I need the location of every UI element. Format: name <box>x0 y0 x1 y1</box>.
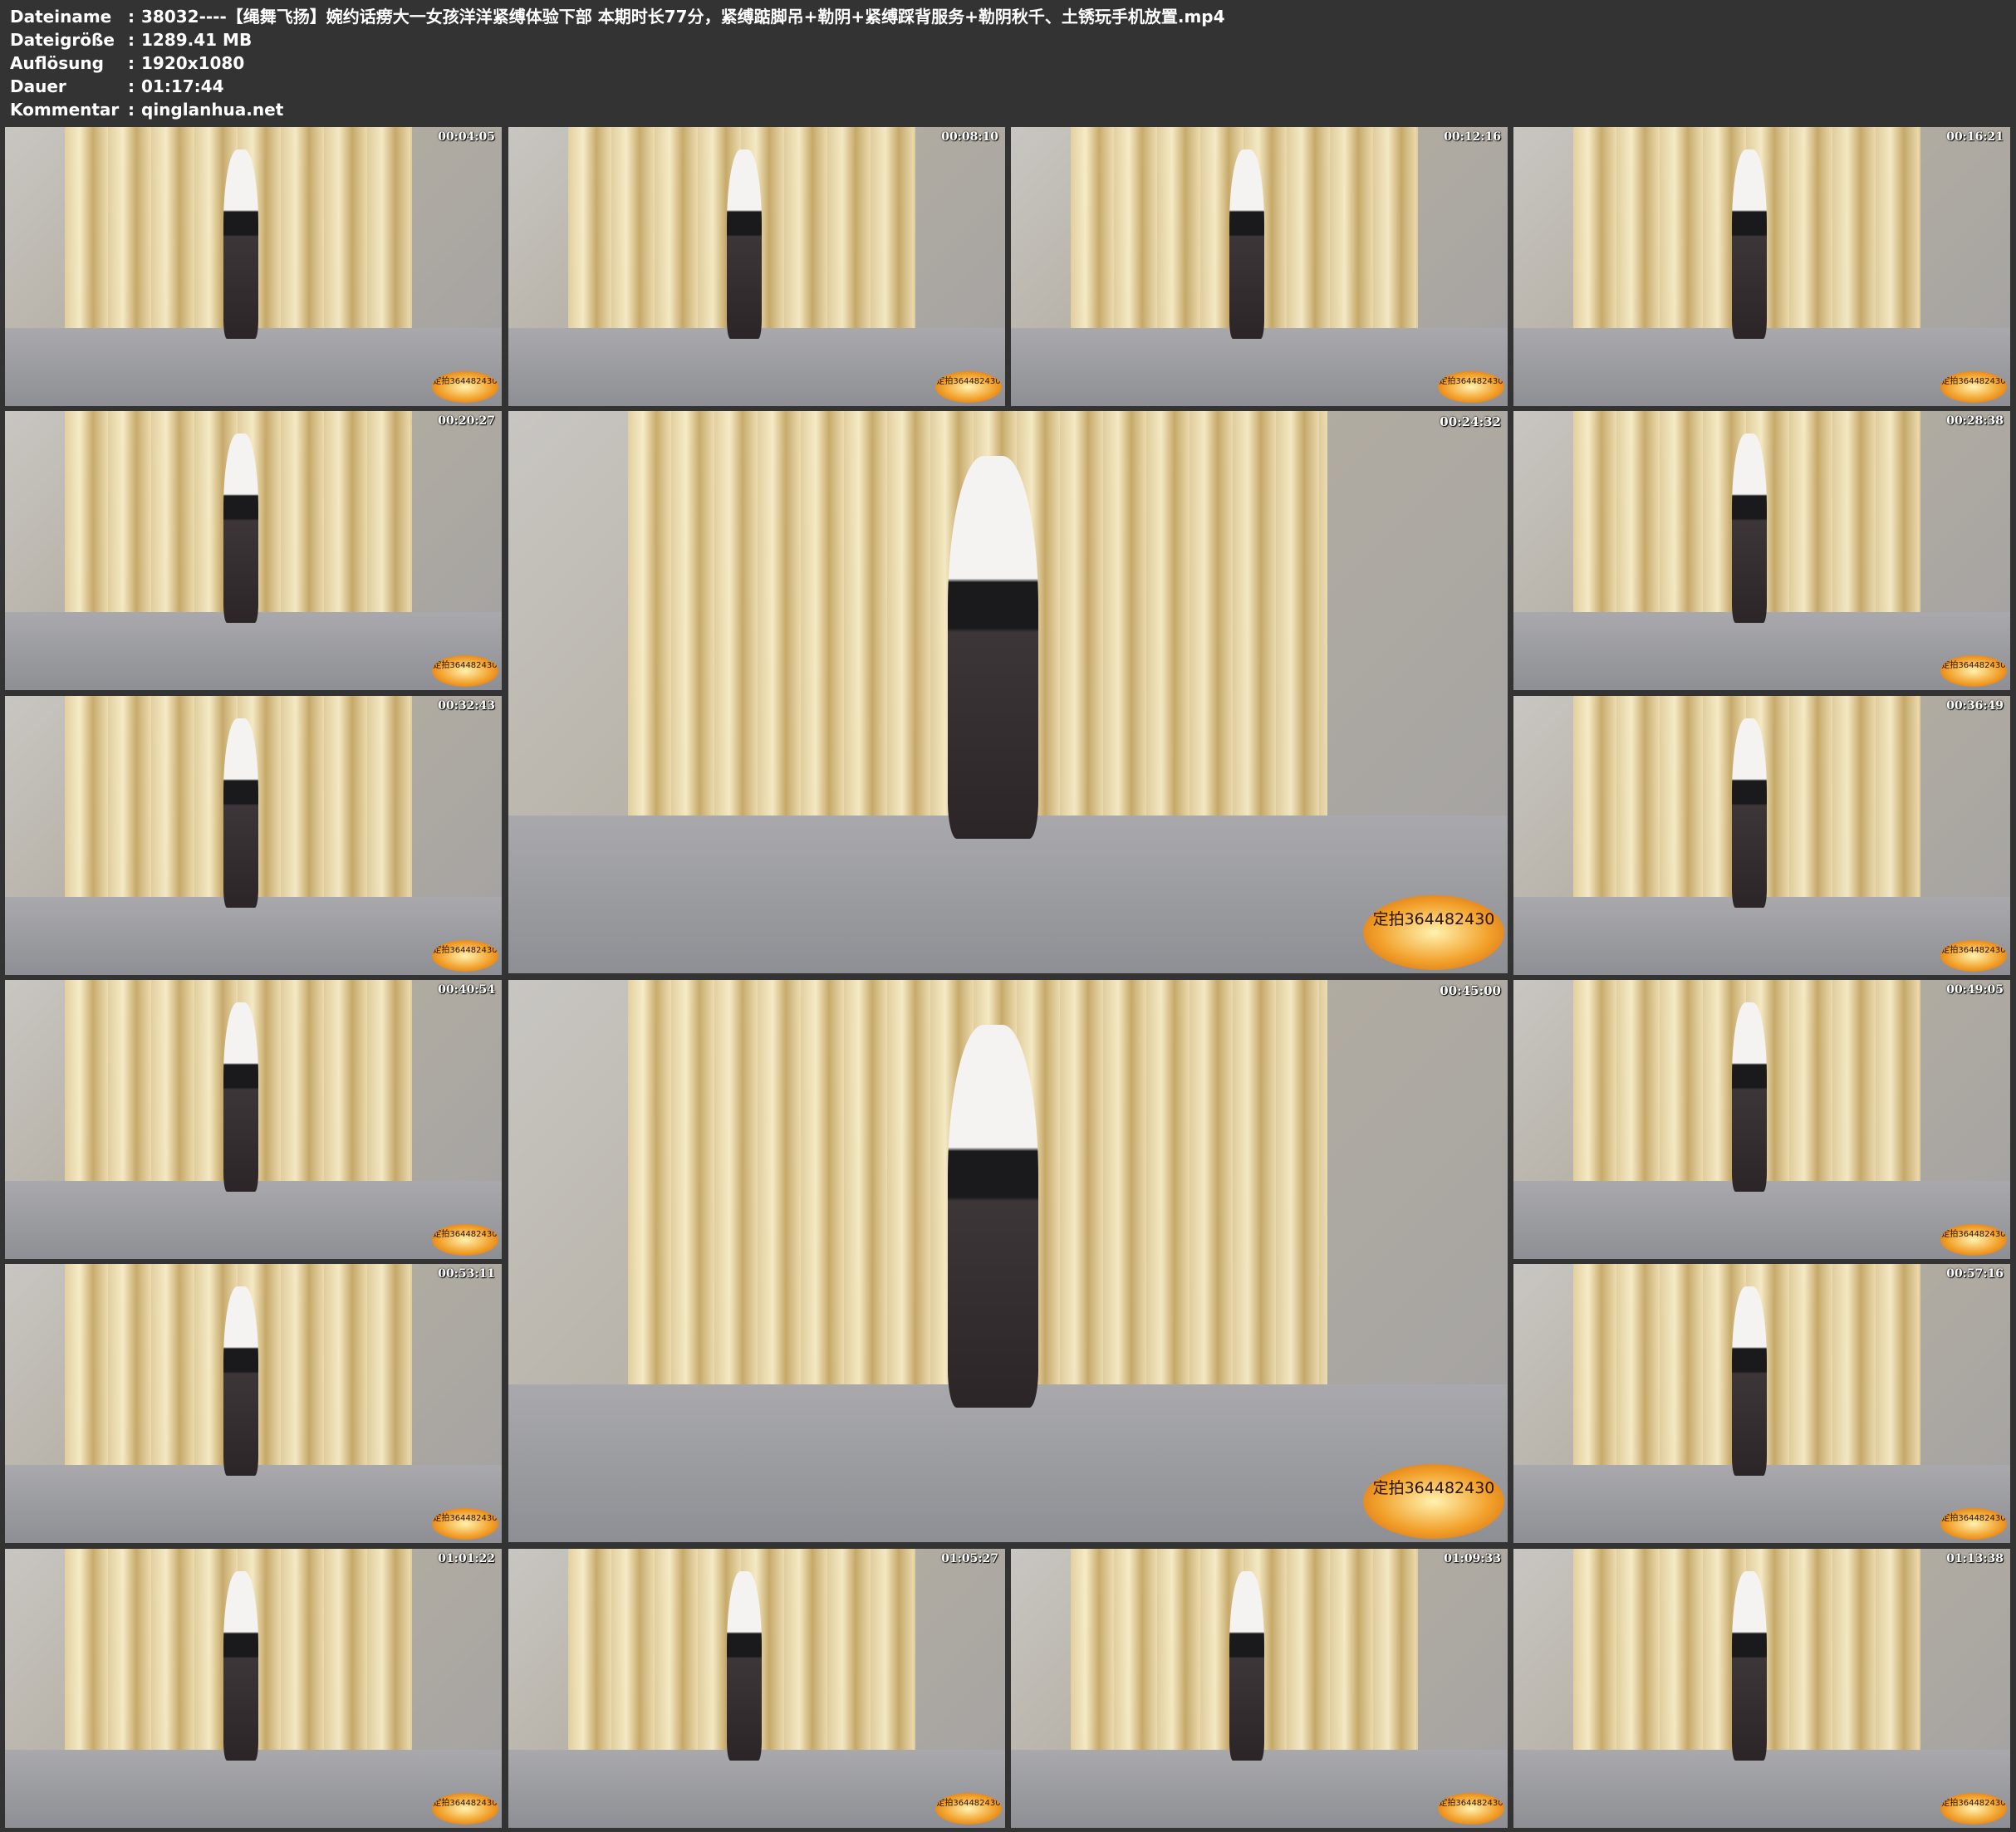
watermark-logo: 定拍364482430 <box>1940 1508 2007 1540</box>
video-thumbnail: 00:36:49 定拍364482430 <box>1513 696 2010 975</box>
video-thumbnail: 00:40:54 定拍364482430 <box>5 980 502 1259</box>
watermark-logo: 定拍364482430 <box>1438 1793 1504 1825</box>
person-figure <box>223 1286 258 1477</box>
video-thumbnail: 01:05:27 定拍364482430 <box>508 1549 1005 1828</box>
floor-area <box>5 327 502 406</box>
video-thumbnail: 00:16:21 定拍364482430 <box>1513 127 2010 406</box>
floor-area <box>5 896 502 975</box>
floor-area <box>1513 611 2010 690</box>
thumbnail-timestamp: 00:08:10 <box>941 130 998 144</box>
person-figure <box>948 456 1038 839</box>
person-figure <box>1229 1570 1264 1761</box>
person-figure <box>223 1002 258 1193</box>
person-figure <box>948 1025 1038 1408</box>
thumbnail-timestamp: 01:09:33 <box>1444 1552 1501 1565</box>
person-figure <box>1732 433 1767 624</box>
person-figure <box>1732 1002 1767 1193</box>
video-thumbnail: 00:12:16 定拍364482430 <box>1011 127 1508 406</box>
video-thumbnail: 01:13:38 定拍364482430 <box>1513 1549 2010 1828</box>
watermark-logo: 定拍364482430 <box>432 371 498 403</box>
floor-area <box>1513 1464 2010 1543</box>
watermark-logo: 定拍364482430 <box>1438 371 1504 403</box>
person-figure <box>1732 718 1767 909</box>
thumbnail-timestamp: 01:13:38 <box>1946 1552 2004 1565</box>
thumbnail-timestamp: 00:40:54 <box>438 983 495 997</box>
person-figure <box>1732 1570 1767 1761</box>
watermark-logo: 定拍364482430 <box>935 1793 1002 1825</box>
floor-area <box>508 1384 1508 1542</box>
video-thumbnail: 00:32:43 定拍364482430 <box>5 696 502 975</box>
thumbnail-grid: 00:04:05 定拍364482430 00:08:10 定拍364482430 00… <box>0 0 2016 1832</box>
thumbnail-timestamp: 00:04:05 <box>438 130 495 144</box>
watermark-logo: 定拍364482430 <box>1940 655 2007 687</box>
person-figure <box>223 718 258 909</box>
floor-area <box>1513 1180 2010 1259</box>
thumbnail-timestamp: 00:24:32 <box>1440 414 1501 429</box>
person-figure <box>1732 149 1767 340</box>
video-thumbnail: 00:24:32 定拍364482430 <box>508 411 1508 973</box>
video-thumbnail: 01:09:33 定拍364482430 <box>1011 1549 1508 1828</box>
floor-area <box>1513 327 2010 406</box>
watermark-logo: 定拍364482430 <box>432 1793 498 1825</box>
watermark-logo: 定拍364482430 <box>432 1508 498 1540</box>
watermark-logo: 定拍364482430 <box>1940 1224 2007 1256</box>
floor-area <box>1011 327 1508 406</box>
thumbnail-timestamp: 00:20:27 <box>438 414 495 428</box>
video-thumbnail: 00:08:10 定拍364482430 <box>508 127 1005 406</box>
video-thumbnail: 00:04:05 定拍364482430 <box>5 127 502 406</box>
watermark-logo: 定拍364482430 <box>1363 895 1504 970</box>
watermark-logo: 定拍364482430 <box>1940 940 2007 972</box>
floor-area <box>508 1749 1005 1828</box>
floor-area <box>1011 1749 1508 1828</box>
thumbnail-timestamp: 00:45:00 <box>1440 983 1501 998</box>
floor-area <box>1513 896 2010 975</box>
floor-area <box>5 611 502 690</box>
video-thumbnail: 00:57:16 定拍364482430 <box>1513 1264 2010 1543</box>
video-thumbnail: 00:45:00 定拍364482430 <box>508 980 1508 1542</box>
thumbnail-timestamp: 01:05:27 <box>941 1552 998 1565</box>
thumbnail-timestamp: 00:36:49 <box>1946 699 2004 713</box>
floor-area <box>5 1464 502 1543</box>
video-thumbnail: 00:20:27 定拍364482430 <box>5 411 502 690</box>
person-figure <box>223 433 258 624</box>
floor-area <box>508 816 1508 973</box>
watermark-logo: 定拍364482430 <box>432 940 498 972</box>
thumbnail-timestamp: 01:01:22 <box>438 1552 495 1565</box>
video-thumbnail: 00:49:05 定拍364482430 <box>1513 980 2010 1259</box>
thumbnail-timestamp: 00:32:43 <box>438 699 495 713</box>
floor-area <box>1513 1749 2010 1828</box>
watermark-logo: 定拍364482430 <box>1940 1793 2007 1825</box>
person-figure <box>1732 1286 1767 1477</box>
person-figure <box>223 149 258 340</box>
person-figure <box>727 149 762 340</box>
person-figure <box>1229 149 1264 340</box>
floor-area <box>508 327 1005 406</box>
thumbnail-timestamp: 00:57:16 <box>1946 1267 2004 1281</box>
floor-area <box>5 1749 502 1828</box>
thumbnail-timestamp: 00:28:38 <box>1946 414 2004 428</box>
person-figure <box>727 1570 762 1761</box>
video-thumbnail: 00:28:38 定拍364482430 <box>1513 411 2010 690</box>
watermark-logo: 定拍364482430 <box>432 655 498 687</box>
floor-area <box>5 1180 502 1259</box>
thumbnail-timestamp: 00:12:16 <box>1444 130 1501 144</box>
video-thumbnail: 01:01:22 定拍364482430 <box>5 1549 502 1828</box>
thumbnail-timestamp: 00:49:05 <box>1946 983 2004 997</box>
thumbnail-timestamp: 00:53:11 <box>438 1267 495 1281</box>
video-thumbnail: 00:53:11 定拍364482430 <box>5 1264 502 1543</box>
watermark-logo: 定拍364482430 <box>1940 371 2007 403</box>
watermark-logo: 定拍364482430 <box>1363 1464 1504 1539</box>
thumbnail-timestamp: 00:16:21 <box>1946 130 2004 144</box>
watermark-logo: 定拍364482430 <box>432 1224 498 1256</box>
watermark-logo: 定拍364482430 <box>935 371 1002 403</box>
person-figure <box>223 1570 258 1761</box>
